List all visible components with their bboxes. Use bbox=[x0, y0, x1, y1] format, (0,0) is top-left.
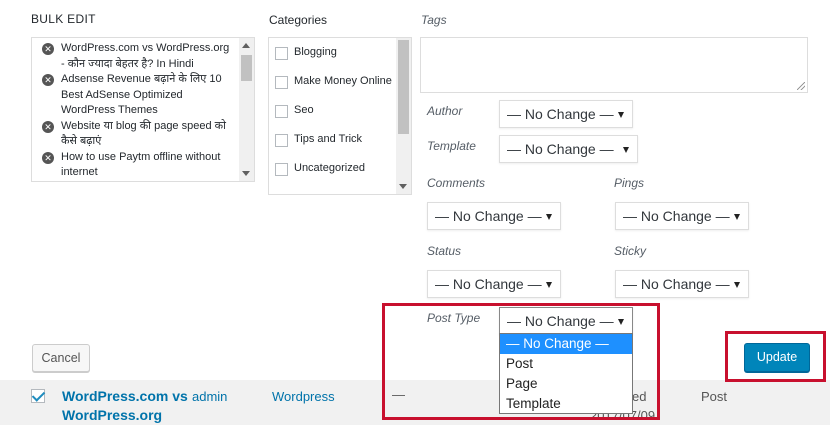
row-post-title-link[interactable]: WordPress.com vs WordPress.org bbox=[62, 387, 202, 425]
template-select[interactable]: — No Change — bbox=[499, 135, 638, 163]
category-item-seo[interactable]: Seo bbox=[275, 103, 392, 132]
pings-select[interactable]: — No Change — bbox=[615, 202, 749, 230]
template-select-value: — No Change — bbox=[507, 141, 614, 157]
row-category-link[interactable]: Wordpress bbox=[272, 389, 335, 404]
sticky-label: Sticky bbox=[614, 244, 647, 258]
category-checkbox[interactable] bbox=[275, 163, 288, 176]
chevron-down-icon bbox=[734, 214, 740, 220]
category-label: Make Money Online bbox=[294, 75, 392, 87]
post-title-item: ✕ WordPress.com vs WordPress.org - कौन ज… bbox=[32, 41, 240, 72]
row-author-link[interactable]: admin bbox=[192, 389, 227, 404]
row-checkbox[interactable] bbox=[31, 388, 46, 403]
checkmark-icon bbox=[31, 388, 46, 402]
post-type-highlight-box bbox=[382, 303, 660, 420]
author-select-value: — No Change — bbox=[507, 106, 614, 122]
scroll-down-icon[interactable] bbox=[242, 171, 250, 176]
categories-list[interactable]: Blogging Make Money Online Seo Tips and … bbox=[268, 37, 412, 195]
update-highlight-box bbox=[725, 331, 826, 382]
post-title-item: ✕ Website या blog की page speed को कैसे … bbox=[32, 119, 240, 150]
category-checkbox[interactable] bbox=[275, 47, 288, 60]
category-checkbox[interactable] bbox=[275, 105, 288, 118]
category-checkbox[interactable] bbox=[275, 76, 288, 89]
category-label: Tips and Trick bbox=[294, 133, 363, 145]
cancel-button[interactable]: Cancel bbox=[32, 344, 90, 372]
categories-scrollbar[interactable] bbox=[396, 38, 411, 194]
chevron-down-icon bbox=[546, 214, 552, 220]
remove-icon[interactable]: ✕ bbox=[42, 120, 54, 133]
tags-textarea[interactable] bbox=[420, 37, 808, 93]
chevron-down-icon bbox=[734, 282, 740, 288]
category-item-tips-and-trick[interactable]: Tips and Trick bbox=[275, 132, 392, 161]
bulk-edit-heading: BULK EDIT bbox=[31, 12, 96, 26]
pings-select-value: — No Change — bbox=[623, 208, 730, 224]
titles-scroll-thumb[interactable] bbox=[241, 55, 252, 81]
post-title-item: ✕ Adsense Revenue बढ़ाने के लिए 10 Best … bbox=[32, 72, 240, 119]
resize-grip-icon[interactable] bbox=[797, 82, 805, 90]
template-label: Template bbox=[427, 139, 476, 153]
category-label: Blogging bbox=[294, 46, 337, 58]
category-item-make-money-online[interactable]: Make Money Online bbox=[275, 74, 392, 103]
post-titles-list[interactable]: ✕ WordPress.com vs WordPress.org - कौन ज… bbox=[31, 37, 255, 182]
author-select[interactable]: — No Change — bbox=[499, 100, 633, 128]
comments-select-value: — No Change — bbox=[435, 208, 542, 224]
categories-label: Categories bbox=[269, 13, 328, 27]
tags-label: Tags bbox=[421, 13, 447, 27]
post-title-text: Adsense Revenue बढ़ाने के लिए 10 Best Ad… bbox=[61, 73, 222, 116]
pings-label: Pings bbox=[614, 176, 645, 190]
chevron-down-icon bbox=[546, 282, 552, 288]
post-title-text: WordPress.com vs WordPress.org - कौन ज्य… bbox=[61, 42, 230, 70]
scroll-up-icon[interactable] bbox=[242, 43, 250, 48]
titles-scrollbar[interactable] bbox=[239, 38, 254, 181]
scroll-down-icon[interactable] bbox=[399, 184, 407, 189]
category-label: Seo bbox=[294, 104, 314, 116]
sticky-select-value: — No Change — bbox=[623, 276, 730, 292]
status-select[interactable]: — No Change — bbox=[427, 270, 561, 298]
category-item-uncategorized[interactable]: Uncategorized bbox=[275, 161, 392, 190]
post-title-text: Website या blog की page speed को कैसे बढ… bbox=[61, 119, 226, 148]
post-title-text: How to use Paytm offline without interne… bbox=[61, 150, 221, 179]
post-title-item: ✕ How to use Paytm offline without inter… bbox=[32, 150, 240, 181]
remove-icon[interactable]: ✕ bbox=[42, 43, 54, 55]
remove-icon[interactable]: ✕ bbox=[42, 74, 54, 86]
status-select-value: — No Change — bbox=[435, 276, 542, 292]
category-item-blogging[interactable]: Blogging bbox=[275, 45, 392, 74]
chevron-down-icon bbox=[618, 112, 624, 118]
status-label: Status bbox=[427, 244, 462, 258]
comments-select[interactable]: — No Change — bbox=[427, 202, 561, 230]
category-label: Uncategorized bbox=[294, 162, 365, 174]
category-checkbox[interactable] bbox=[275, 134, 288, 147]
remove-icon[interactable]: ✕ bbox=[42, 151, 54, 164]
categories-scroll-thumb[interactable] bbox=[398, 40, 409, 134]
chevron-down-icon bbox=[623, 147, 629, 153]
row-post-type: Post bbox=[701, 389, 728, 404]
author-label: Author bbox=[427, 104, 463, 118]
sticky-select[interactable]: — No Change — bbox=[615, 270, 749, 298]
comments-label: Comments bbox=[427, 176, 486, 190]
